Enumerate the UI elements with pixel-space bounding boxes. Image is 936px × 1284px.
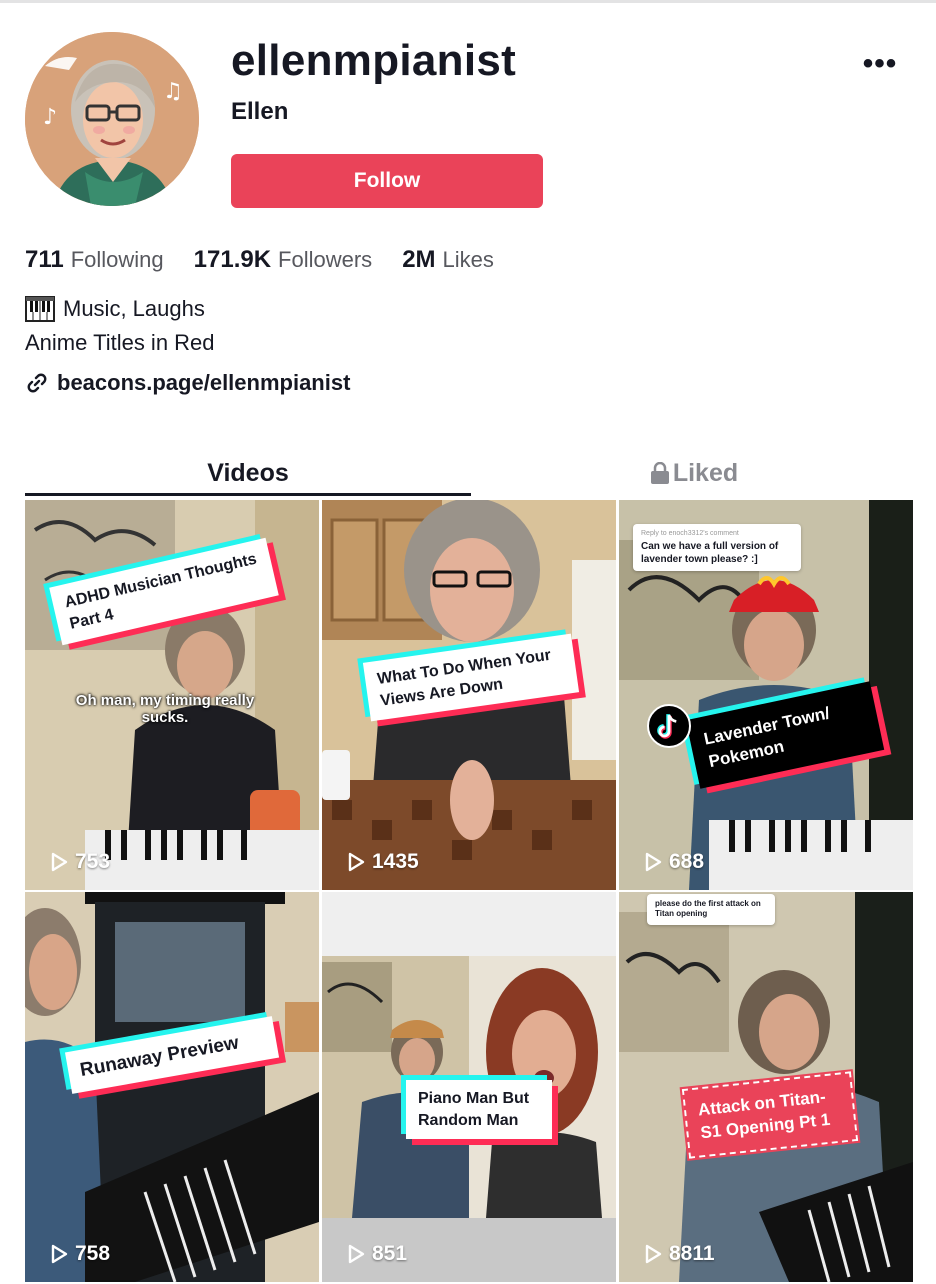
- play-icon: [348, 852, 365, 872]
- view-count: 8811: [643, 1242, 715, 1266]
- tab-videos[interactable]: Videos: [25, 450, 471, 496]
- bio-text-2: Anime Titles in Red: [25, 330, 215, 355]
- view-count: 688: [643, 850, 704, 874]
- display-name: Ellen: [231, 98, 289, 125]
- reply-comment-text: please do the first attack on Titan open…: [655, 899, 761, 919]
- likes-stat: 2M Likes: [402, 246, 494, 274]
- view-count: 1435: [346, 850, 419, 874]
- video-tile[interactable]: Piano Man But Random Man 851: [322, 892, 616, 1282]
- link-icon: [27, 373, 47, 393]
- play-icon: [645, 1244, 662, 1264]
- more-options-button[interactable]: •••: [856, 44, 904, 84]
- bio-link-text: beacons.page/ellenmpianist: [57, 370, 351, 395]
- profile-stats: 711 Following 171.9K Followers 2M Likes: [25, 246, 524, 274]
- video-tile[interactable]: Runaway Preview 758: [25, 892, 319, 1282]
- video-tile[interactable]: ADHD Musician Thoughts Part 4 Oh man, my…: [25, 500, 319, 890]
- play-icon: [51, 1244, 68, 1264]
- followers-count: 171.9K: [193, 246, 272, 273]
- likes-label: Likes: [442, 247, 494, 272]
- bio-line-1: Music, Laughs: [25, 296, 205, 322]
- following-label: Following: [70, 247, 164, 272]
- followers-stat[interactable]: 171.9K Followers: [194, 246, 373, 274]
- tiktok-logo-icon: [647, 704, 691, 748]
- lock-icon: [650, 462, 669, 484]
- piano-icon: [25, 296, 55, 322]
- video-thumbnail: [25, 892, 319, 1282]
- play-icon: [51, 852, 68, 872]
- video-tile[interactable]: What To Do When Your Views Are Down 1435: [322, 500, 616, 890]
- reply-comment-text: Can we have a full version of lavender t…: [641, 541, 779, 566]
- followers-label: Followers: [278, 247, 373, 272]
- follow-button[interactable]: Follow: [231, 154, 543, 208]
- video-tile[interactable]: Reply to enoch3312's comment Can we have…: [619, 500, 913, 890]
- more-dots-icon: •••: [862, 47, 898, 80]
- play-icon: [348, 1244, 365, 1264]
- username: ellenmpianist: [231, 36, 517, 85]
- view-count-value: 753: [75, 850, 111, 873]
- view-count-value: 1435: [372, 850, 419, 873]
- video-overlay-text: Oh man, my timing really sucks.: [75, 692, 255, 726]
- following-stat[interactable]: 711 Following: [25, 246, 164, 274]
- view-count-value: 758: [75, 1242, 111, 1265]
- bio-text-1: Music, Laughs: [63, 296, 205, 321]
- reply-comment-title: Reply to enoch3312's comment: [641, 530, 739, 537]
- play-icon: [645, 852, 662, 872]
- tab-liked[interactable]: Liked: [471, 450, 917, 496]
- tab-liked-label: Liked: [672, 458, 739, 487]
- profile-avatar[interactable]: ♪ ♫: [25, 32, 199, 206]
- view-count: 851: [346, 1242, 407, 1266]
- video-grid: ADHD Musician Thoughts Part 4 Oh man, my…: [25, 500, 913, 1282]
- reply-comment-card: Reply to enoch3312's comment Can we have…: [633, 524, 801, 572]
- svg-text:♪: ♪: [43, 105, 57, 130]
- view-count: 753: [49, 850, 110, 874]
- view-count-value: 8811: [669, 1242, 715, 1265]
- view-count: 758: [49, 1242, 110, 1266]
- bio-link[interactable]: beacons.page/ellenmpianist: [25, 370, 350, 396]
- video-tile[interactable]: please do the first attack on Titan open…: [619, 892, 913, 1282]
- view-count-value: 851: [372, 1242, 408, 1265]
- svg-text:♫: ♫: [163, 79, 183, 104]
- tab-active-indicator: [25, 493, 471, 496]
- video-caption: Piano Man But Random Man: [406, 1080, 552, 1140]
- following-count: 711: [25, 246, 64, 273]
- tab-videos-label: Videos: [207, 458, 289, 487]
- likes-count: 2M: [402, 246, 436, 273]
- reply-comment-card: please do the first attack on Titan open…: [647, 894, 775, 925]
- view-count-value: 688: [669, 850, 705, 873]
- avatar-illustration: ♪ ♫: [25, 32, 199, 206]
- top-divider: [0, 0, 936, 3]
